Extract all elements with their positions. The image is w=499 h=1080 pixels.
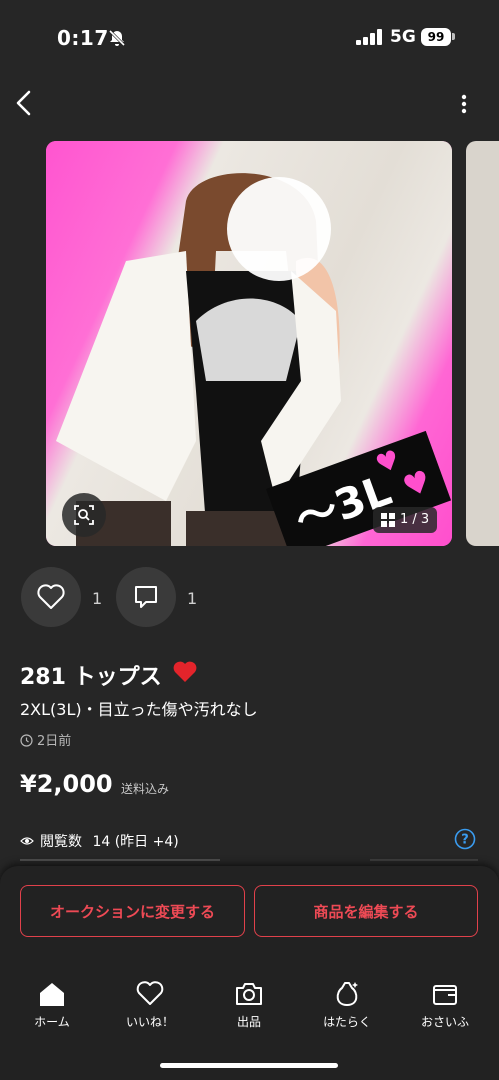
wallet-icon — [433, 985, 457, 1005]
svg-text:?: ? — [461, 833, 469, 848]
zoom-button[interactable] — [62, 493, 106, 537]
heart-sticker-icon-2: ♥ — [398, 463, 436, 506]
shipping-note: 送料込み — [121, 782, 170, 796]
comment-count: 1 — [187, 589, 198, 608]
red-heart-icon — [173, 661, 197, 682]
nav-work-label: はたらく — [323, 1015, 371, 1029]
eye-icon — [20, 837, 34, 845]
comment-button[interactable] — [116, 567, 176, 627]
camera-icon — [236, 983, 262, 1005]
posted-time-text: 2日前 — [37, 734, 72, 749]
grid-icon — [381, 513, 395, 527]
nav-wallet-label: おさいふ — [420, 1015, 469, 1029]
nav-work[interactable]: はたらく — [307, 980, 387, 1030]
item-title: 281 トップス — [20, 665, 162, 690]
posted-time: 2日前 — [20, 730, 71, 749]
bell-muted-icon — [108, 29, 126, 47]
comment-icon — [135, 586, 157, 608]
home-icon — [40, 983, 64, 1006]
help-icon[interactable]: ? — [454, 828, 476, 850]
next-image-peek[interactable] — [466, 141, 499, 546]
views-value: 14 (昨日 +4) — [92, 834, 179, 850]
status-time: 0:17 — [57, 26, 109, 50]
like-count: 1 — [92, 589, 103, 608]
nav-sell-label: 出品 — [236, 1015, 261, 1029]
nav-likes-label: いいね！ — [125, 1015, 174, 1029]
like-button[interactable] — [21, 567, 81, 627]
nav-likes[interactable]: いいね！ — [110, 980, 190, 1030]
clock-icon — [20, 734, 33, 747]
chevron-left-icon[interactable] — [12, 87, 38, 119]
heart-icon — [37, 584, 65, 609]
signal-icon — [356, 29, 382, 45]
network-type: 5G — [390, 27, 416, 47]
nav-home-label: ホーム — [34, 1015, 70, 1029]
heart-outline-icon — [136, 981, 164, 1005]
image-counter[interactable]: 1 / 3 — [373, 507, 437, 533]
change-to-auction-button[interactable]: オークションに変更する — [20, 885, 245, 937]
product-image-carousel[interactable]: 〜3L ♥ ♥ — [46, 141, 452, 546]
home-indicator — [160, 1063, 338, 1068]
views-label: 閲覧数 — [40, 834, 82, 850]
nav-home[interactable]: ホーム — [12, 980, 92, 1030]
nav-wallet[interactable]: おさいふ — [405, 980, 485, 1030]
battery-tip — [452, 33, 455, 40]
nav-sell[interactable]: 出品 — [209, 980, 289, 1030]
item-price: ¥2,000 — [20, 770, 113, 798]
view-count-row: 閲覧数 14 (昨日 +4) — [20, 831, 179, 851]
vertical-dots-icon[interactable] — [456, 93, 472, 115]
battery-level: 99 — [421, 28, 451, 46]
image-counter-text: 1 / 3 — [400, 512, 430, 527]
edit-item-button[interactable]: 商品を編集する — [254, 885, 478, 937]
bag-icon — [336, 982, 358, 1006]
scan-zoom-icon — [74, 505, 94, 525]
item-condition: 2XL(3L)・目立った傷や汚れなし — [20, 700, 258, 719]
